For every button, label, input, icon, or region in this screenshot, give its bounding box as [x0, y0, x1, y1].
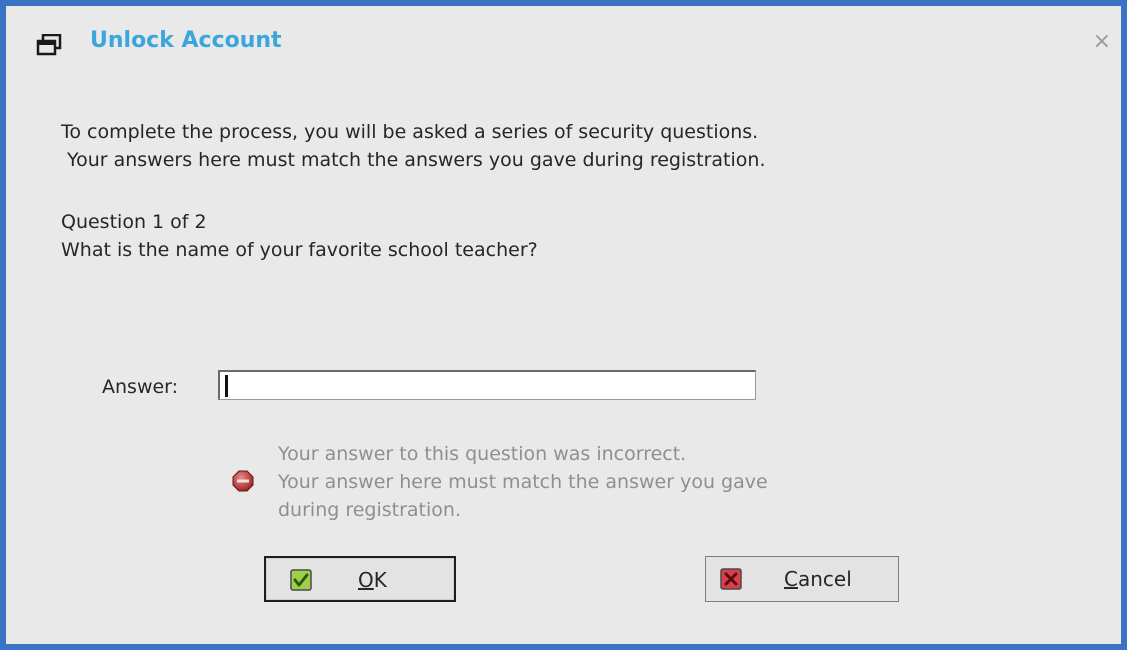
error-line-3: during registration. — [278, 499, 461, 521]
dialog-title: Unlock Account — [90, 28, 282, 53]
cancel-label-rest: ancel — [797, 567, 852, 591]
ok-button[interactable]: OK — [264, 556, 456, 602]
ok-label-rest: K — [373, 568, 387, 592]
intro-line-2: Your answers here must match the answers… — [67, 149, 766, 171]
text-caret — [225, 375, 228, 397]
cancel-label: Cancel — [784, 567, 852, 591]
answer-label: Answer: — [102, 376, 179, 398]
check-icon — [290, 569, 312, 591]
cancel-button[interactable]: Cancel — [705, 556, 899, 602]
unlock-account-dialog: Unlock Account × To complete the process… — [6, 6, 1121, 644]
intro-line-1: To complete the process, you will be ask… — [61, 121, 759, 143]
error-message: Your answer to this question was incorre… — [278, 440, 938, 524]
title-bar: Unlock Account × — [6, 6, 1121, 76]
error-line-1: Your answer to this question was incorre… — [278, 443, 687, 465]
window-icon — [36, 34, 62, 56]
cancel-mnemonic: C — [784, 567, 798, 591]
stop-icon — [232, 470, 254, 492]
close-icon[interactable]: × — [1093, 31, 1111, 53]
question-number: Question 1 of 2 — [61, 211, 207, 233]
question-text: What is the name of your favorite school… — [61, 239, 538, 261]
error-line-2: Your answer here must match the answer y… — [278, 471, 768, 493]
answer-input[interactable] — [218, 370, 756, 400]
x-icon — [720, 568, 742, 590]
ok-label: OK — [358, 568, 387, 592]
ok-mnemonic: O — [358, 568, 374, 592]
